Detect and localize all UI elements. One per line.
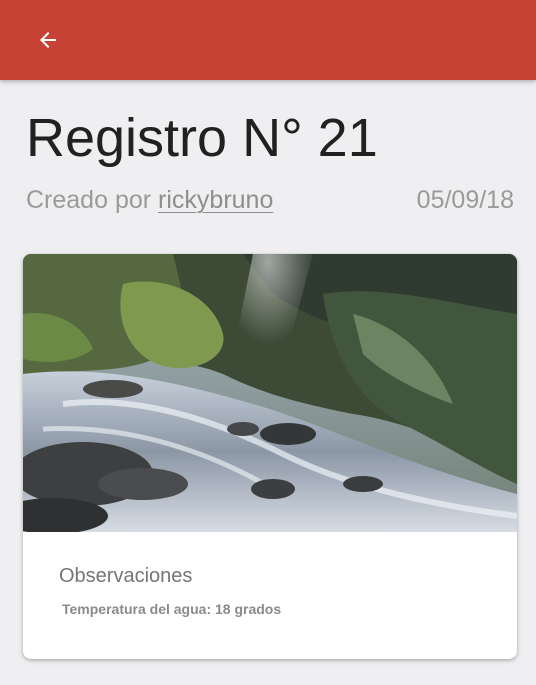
back-button[interactable] <box>24 16 72 64</box>
observations-text: Temperatura del agua: 18 grados <box>62 601 282 617</box>
record-meta: Creado por rickybruno 05/09/18 <box>26 184 514 216</box>
record-card: Observaciones Temperatura del agua: 18 g… <box>23 254 517 659</box>
observations-heading: Observaciones <box>59 565 193 587</box>
app-bar <box>0 0 536 80</box>
arrow-back-icon <box>36 28 60 52</box>
record-date: 05/09/18 <box>416 186 514 214</box>
created-by-label: Creado por <box>26 186 152 214</box>
river-stream-photo <box>23 254 517 532</box>
author-link[interactable]: rickybruno <box>158 186 273 214</box>
page-title: Registro N° 21 <box>26 108 378 168</box>
author-line: Creado por rickybruno <box>26 184 273 216</box>
